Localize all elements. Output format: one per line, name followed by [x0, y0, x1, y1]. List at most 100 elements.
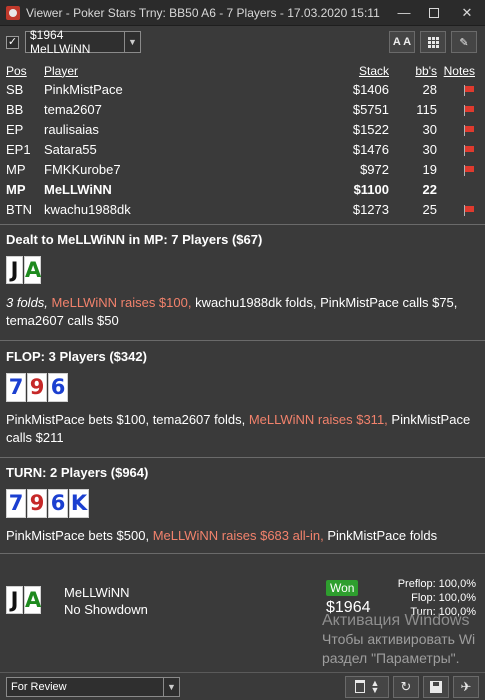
title-bar: Viewer - Poker Stars Trny: BB50 A6 - 7 P…	[0, 0, 485, 26]
minimize-button[interactable]: —	[389, 0, 419, 26]
flag-icon[interactable]	[463, 164, 475, 176]
header-bb[interactable]: bb's	[389, 62, 437, 79]
player-bb: 30	[422, 141, 437, 157]
showdown-status: No Showdown	[64, 602, 148, 617]
header-pos[interactable]: Pos	[6, 62, 44, 79]
player-row[interactable]: EP1 Satara55 $1476 30	[6, 139, 479, 159]
edit-button[interactable]: ✎	[451, 31, 477, 53]
maximize-icon	[429, 7, 439, 18]
player-pos: EP1	[6, 141, 31, 157]
divider	[0, 457, 485, 458]
equity-flop: Flop: 100,0%	[411, 592, 476, 604]
header-player[interactable]: Player	[44, 62, 334, 79]
card: 7	[6, 373, 26, 402]
card: 7	[6, 489, 26, 518]
flag-icon[interactable]	[463, 124, 475, 136]
watermark-line: Чтобы активировать Wi	[322, 631, 476, 647]
preflop-actions: 3 folds, MeLLWiNN raises $100, kwachu198…	[6, 294, 479, 330]
flop-actions: PinkMistPace bets $100, tema2607 folds, …	[6, 411, 479, 447]
hero-row[interactable]: MP MeLLWiNN $1100 22	[6, 179, 479, 199]
action-text: 3 folds,	[6, 295, 48, 310]
maximize-button[interactable]	[419, 0, 449, 26]
clipboard-button[interactable]: ▲ ▼	[345, 675, 389, 698]
save-button[interactable]	[423, 675, 449, 698]
share-button[interactable]: ✈	[453, 675, 479, 698]
refresh-button[interactable]: ↻	[393, 675, 419, 698]
watermark-line: Активация Windows	[322, 612, 470, 629]
player-name: kwachu1988dk	[44, 201, 131, 217]
bird-icon: ✈	[460, 678, 472, 694]
flag-icon[interactable]	[463, 84, 475, 96]
board-cards: 7 9 6	[6, 373, 479, 403]
action-text: PinkMistPace bets $500,	[6, 528, 150, 543]
player-stack: $972	[360, 161, 389, 177]
player-stack: $5751	[352, 101, 389, 117]
clipboard-icon	[354, 680, 365, 693]
player-bb: 22	[422, 181, 437, 197]
chevron-down-icon[interactable]: ▼	[124, 32, 140, 52]
player-row[interactable]: EP raulisaias $1522 30	[6, 119, 479, 139]
hero-cards: J A	[6, 586, 41, 614]
flag-icon[interactable]	[463, 204, 475, 216]
player-stack: $1522	[352, 121, 389, 137]
result-player: MeLLWiNN No Showdown	[64, 584, 148, 618]
player-notes	[437, 159, 479, 179]
close-button[interactable]: ✕	[449, 0, 485, 26]
header-stack[interactable]: Stack	[334, 62, 389, 79]
player-row[interactable]: MP FMKKurobe7 $972 19	[6, 159, 479, 179]
player-name: MeLLWiNN	[44, 181, 112, 197]
grid-view-button[interactable]	[420, 31, 446, 53]
hero-action-text: MeLLWiNN raises $100,	[51, 295, 192, 310]
grid-icon	[427, 36, 439, 48]
divider	[0, 224, 485, 225]
card: 9	[27, 373, 47, 402]
player-notes	[437, 79, 479, 99]
player-row[interactable]: SB PinkMistPace $1406 28	[6, 79, 479, 99]
hero-action-text: MeLLWiNN raises $311,	[248, 412, 388, 427]
player-notes	[437, 139, 479, 159]
hero-checkbox[interactable]: ✓	[6, 35, 19, 49]
divider	[0, 553, 485, 554]
toolbar: ✓ $1964 MeLLWiNN ▼ A A ✎	[0, 26, 485, 58]
won-badge: Won	[326, 580, 359, 596]
player-name: PinkMistPace	[44, 81, 123, 97]
divider	[0, 340, 485, 341]
watermark-line: раздел "Параметры".	[322, 650, 460, 666]
review-filter-select[interactable]: For Review ▼	[6, 676, 180, 697]
player-stack: $1273	[352, 201, 389, 217]
player-bb: 115	[416, 101, 437, 117]
player-notes	[437, 99, 479, 119]
updown-icon: ▲ ▼	[370, 677, 380, 695]
player-stack: $1476	[352, 141, 389, 157]
chevron-down-icon[interactable]: ▼	[163, 677, 179, 696]
flop-title: FLOP: 3 Players ($342)	[6, 349, 147, 364]
player-bb: 28	[422, 81, 437, 97]
header-notes[interactable]: Notes	[437, 62, 479, 79]
players-header-row: Pos Player Stack bb's Notes	[6, 62, 479, 79]
flag-icon[interactable]	[463, 104, 475, 116]
player-pos: BTN	[6, 201, 32, 217]
flag-icon[interactable]	[463, 144, 475, 156]
card: 6	[48, 373, 68, 402]
preflop-section: Dealt to MeLLWiNN in MP: 7 Players ($67)…	[6, 232, 479, 330]
player-select[interactable]: $1964 MeLLWiNN ▼	[25, 28, 141, 56]
players-table: Pos Player Stack bb's Notes SB PinkMistP…	[6, 62, 479, 219]
player-notes	[437, 179, 479, 199]
card: K	[69, 489, 89, 518]
pencil-icon: ✎	[459, 36, 469, 49]
action-text: PinkMistPace bets $100, tema2607 folds,	[6, 412, 246, 427]
app-icon	[6, 5, 20, 20]
flop-section: FLOP: 3 Players ($342) 7 9 6 PinkMistPac…	[6, 349, 479, 447]
turn-title: TURN: 2 Players ($964)	[6, 465, 149, 480]
font-size-button[interactable]: A A	[389, 31, 415, 53]
turn-section: TURN: 2 Players ($964) 7 9 6 K PinkMistP…	[6, 465, 479, 545]
player-row[interactable]: BTN kwachu1988dk $1273 25	[6, 199, 479, 219]
result-player-name: MeLLWiNN	[64, 585, 130, 600]
hero-action-text: MeLLWiNN raises $683 all-in,	[152, 528, 324, 543]
player-name: FMKKurobe7	[44, 161, 121, 177]
refresh-icon: ↻	[400, 678, 412, 694]
board-cards: 7 9 6 K	[6, 489, 479, 519]
player-stack: $1100	[353, 181, 389, 197]
player-row[interactable]: BB tema2607 $5751 115	[6, 99, 479, 119]
card: A	[24, 256, 42, 284]
